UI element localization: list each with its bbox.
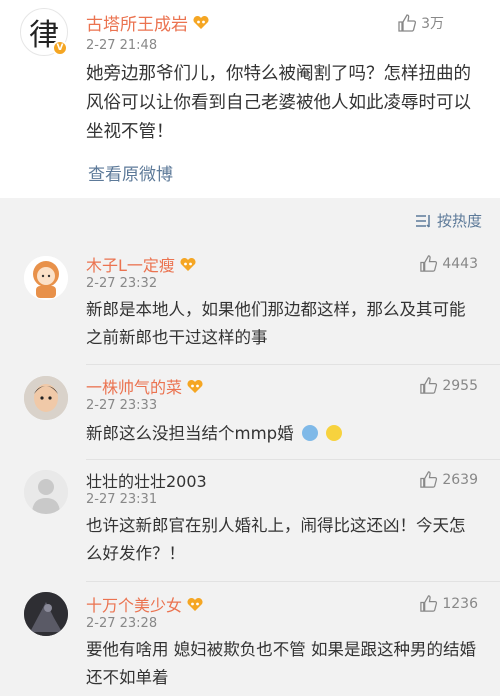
comment-like-button[interactable]: 1236 [419,594,478,613]
commenter-name[interactable]: 十万个美少女 [86,592,204,616]
post-text: 她旁边那爷们儿，你特么被阉割了吗？怎样扭曲的风俗可以让你看到自己老婆被他人如此凌… [86,64,471,142]
child-photo-avatar-icon [24,376,68,420]
comment-like-button[interactable]: 2639 [419,470,478,489]
comment-like-button[interactable]: 2955 [419,376,478,395]
heart-vip-badge-icon [187,597,203,611]
view-original-link[interactable]: 查看原微博 [88,160,173,185]
comment-item: 一株帅气的菜 2-27 23:33 2955 新郎这么没担当结个mmp婚 [0,366,500,460]
comment-time: 2-27 23:33 [86,398,158,413]
comment-like-count: 4443 [442,255,478,272]
comment-text-content: 新郎这么没担当结个mmp婚 [86,424,294,443]
comment-text: 也许这新郎官在别人婚礼上，闹得比这还凶！今天怎么好发作？！ [86,516,466,563]
comment-divider [86,364,500,365]
comment-text: 新郎是本地人，如果他们那边都这样，那么及其可能之前新郎也干过这样的事 [86,300,466,347]
thumbs-up-icon [398,14,417,32]
comment-like-count: 2639 [442,471,478,488]
commenter-avatar[interactable] [24,376,68,420]
sort-by-hot-button[interactable]: 按热度 [415,210,482,231]
thumbs-up-icon [420,471,438,488]
commenter-name-text[interactable]: 十万个美少女 [86,592,182,616]
default-user-avatar-icon [24,470,68,514]
comments-area: 按热度 木子L一定瘦 2-27 23:32 4443 新郎是本地人，如果他们那边… [0,198,500,696]
post-like-count: 3万 [421,16,444,32]
commenter-name-text[interactable]: 木子L一定瘦 [86,252,175,276]
comment-like-count: 2955 [442,377,478,394]
heart-vip-badge-icon [193,15,209,29]
commenter-name[interactable]: 一株帅气的菜 [86,374,204,398]
commenter-avatar[interactable] [24,256,68,300]
commenter-avatar[interactable] [24,470,68,514]
post-author-name[interactable]: 古塔所王成岩 [86,10,210,35]
cartoon-girl-avatar-icon [24,256,68,300]
heart-vip-badge-icon [180,257,196,271]
post-like-button[interactable]: 3万 [397,13,444,33]
comment-time: 2-27 23:28 [86,616,158,631]
smile-emoji-icon [326,425,343,441]
comment-like-count: 1236 [442,595,478,612]
crying-laugh-emoji-icon [301,425,318,441]
comment-time: 2-27 23:32 [86,276,158,291]
comment-item: 十万个美少女 2-27 23:28 1236 要他有啥用 媳妇被欺负也不管 如果… [0,582,500,696]
comment-time: 2-27 23:31 [86,492,158,507]
heart-vip-badge-icon [187,379,203,393]
commenter-name-text[interactable]: 一株帅气的菜 [86,374,182,398]
main-post: 律 V 古塔所王成岩 2-27 21:48 3万 她旁边那爷们儿，你特么被阉割了… [0,0,500,198]
comment-like-button[interactable]: 4443 [419,254,478,273]
verified-badge-icon: V [52,40,68,56]
comment-text: 要他有啥用 媳妇被欺负也不管 如果是跟这种男的结婚还不如单着 [86,640,476,687]
thumbs-up-icon [420,255,438,272]
comment-text: 新郎这么没担当结个mmp婚 [86,420,478,448]
commenter-name-text[interactable]: 壮壮的壮壮2003 [86,468,207,492]
comment-item: 壮壮的壮壮2003 2-27 23:31 2639 也许这新郎官在别人婚礼上，闹… [0,460,500,582]
comment-item: 木子L一定瘦 2-27 23:32 4443 新郎是本地人，如果他们那边都这样，… [0,242,500,366]
post-time: 2-27 21:48 [86,38,158,53]
post-author-name-text[interactable]: 古塔所王成岩 [86,10,188,35]
sort-label: 按热度 [436,212,482,230]
commenter-avatar[interactable] [24,592,68,636]
commenter-name[interactable]: 壮壮的壮壮2003 [86,468,207,492]
thumbs-up-icon [420,377,438,394]
sort-lines-icon [415,214,430,228]
commenter-name[interactable]: 木子L一定瘦 [86,252,197,276]
thumbs-up-icon [420,595,438,612]
dark-photo-avatar-icon [24,592,68,636]
